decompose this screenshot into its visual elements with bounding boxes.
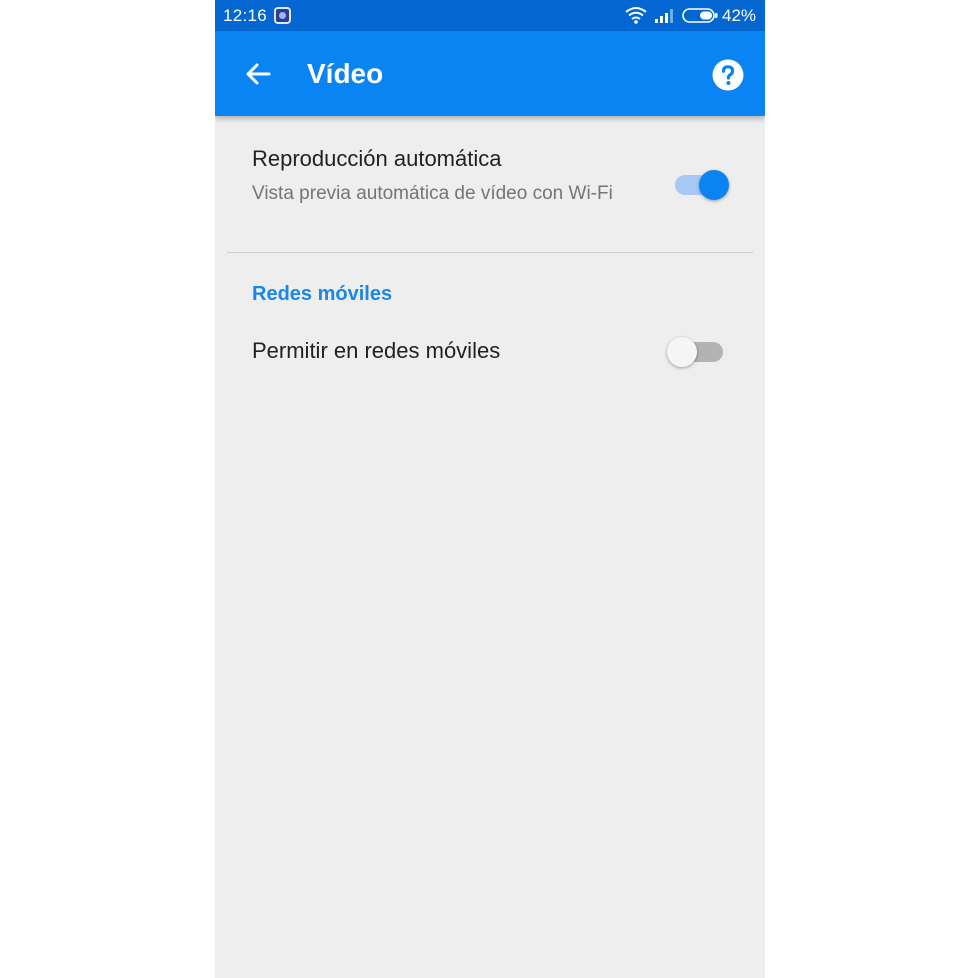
arrow-left-icon	[246, 63, 271, 85]
autoplay-toggle[interactable]	[671, 165, 731, 201]
wifi-icon	[625, 7, 647, 24]
toggle-thumb	[699, 170, 729, 200]
allow-mobile-toggle[interactable]	[667, 332, 727, 368]
battery-percent: 42%	[722, 6, 757, 25]
app-bar: Vídeo	[215, 31, 765, 116]
allow-mobile-title: Permitir en redes móviles	[252, 338, 501, 363]
help-circle-icon	[712, 59, 744, 91]
back-button[interactable]	[239, 55, 277, 93]
divider	[227, 252, 753, 253]
battery-icon	[682, 8, 718, 23]
app-notification-icon	[274, 7, 291, 24]
allow-mobile-setting-row[interactable]: Permitir en redes móviles	[215, 332, 765, 372]
status-bar: 12:16 42%	[215, 0, 765, 31]
autoplay-setting-row[interactable]: Reproducción automática Vista previa aut…	[215, 140, 765, 235]
status-time: 12:16	[223, 6, 268, 25]
toggle-thumb	[667, 337, 697, 367]
phone-screen: 12:16 42% Vídeo Reproducción automática …	[215, 0, 765, 978]
section-header-mobile-networks: Redes móviles	[252, 283, 393, 305]
page-title: Vídeo	[307, 58, 384, 89]
help-button[interactable]	[710, 57, 746, 93]
signal-icon	[655, 9, 673, 23]
autoplay-subtitle: Vista previa automática de vídeo con Wi-…	[252, 183, 613, 204]
autoplay-title: Reproducción automática	[252, 146, 502, 171]
